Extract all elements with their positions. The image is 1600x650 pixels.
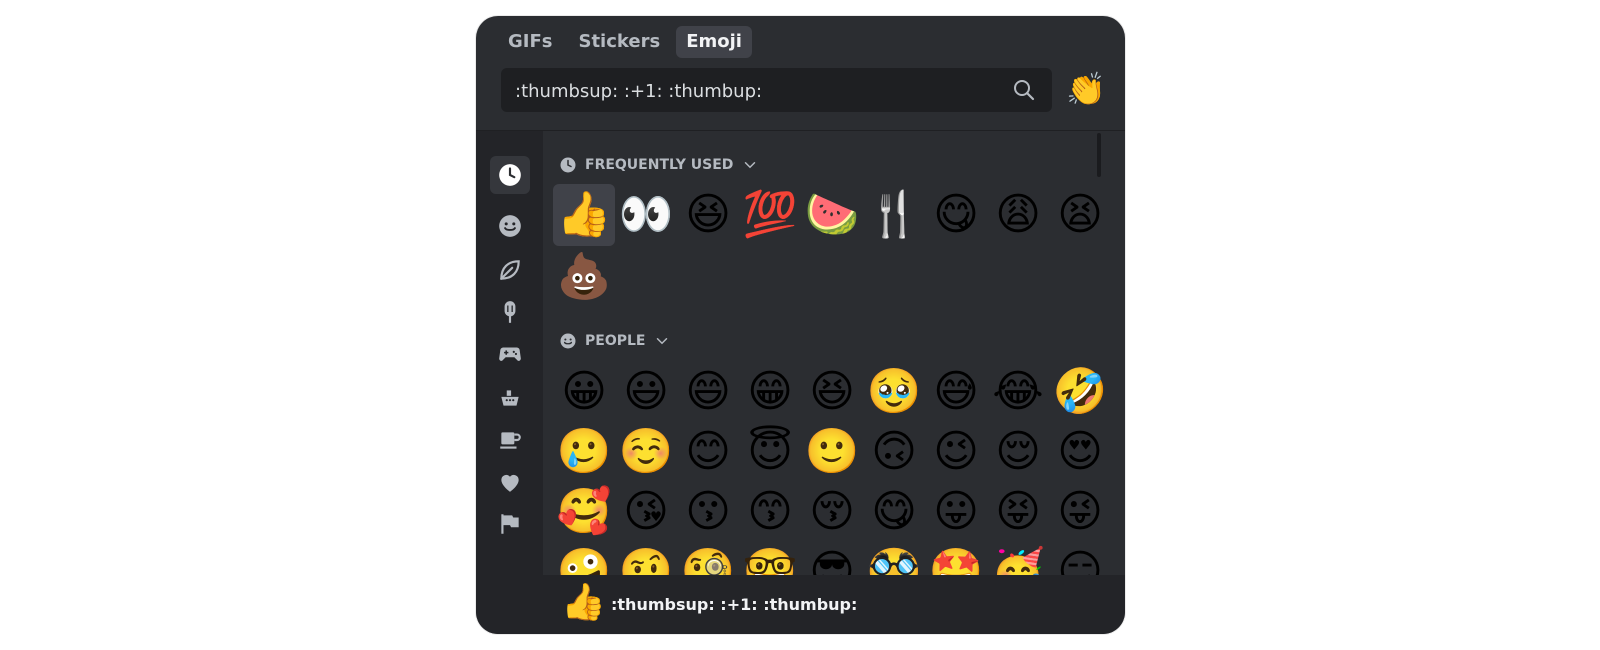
tab-stickers[interactable]: Stickers bbox=[568, 26, 670, 58]
emoji-cell[interactable]: 😝 bbox=[987, 481, 1049, 543]
leaf-icon bbox=[500, 260, 520, 280]
smiley-icon bbox=[560, 333, 576, 349]
emoji-cell[interactable]: 😂 bbox=[987, 361, 1049, 423]
emoji-row: 👍 👀 😆 💯 🍉 🍴 😋 😩 😫 bbox=[553, 184, 1111, 246]
category-food[interactable] bbox=[490, 293, 530, 331]
emoji-weary[interactable]: 😩 bbox=[987, 184, 1049, 246]
emoji-cell[interactable]: 🥲 bbox=[553, 421, 615, 483]
ship-icon bbox=[501, 390, 519, 406]
emoji-cell[interactable]: 🤪 bbox=[553, 541, 615, 575]
emoji-cell[interactable]: 🧐 bbox=[677, 541, 739, 575]
mug-icon bbox=[500, 432, 521, 449]
clock-icon bbox=[499, 164, 521, 186]
emoji-watermelon[interactable]: 🍉 bbox=[801, 184, 863, 246]
emoji-cell[interactable]: 🤩 bbox=[925, 541, 987, 575]
emoji-cell[interactable]: 😎 bbox=[801, 541, 863, 575]
emoji-preview-footer: 👍 :thumbsup: :+1: :thumbup: bbox=[543, 575, 1125, 634]
picker-tabs: GIFs Stickers Emoji bbox=[498, 26, 752, 58]
category-recent[interactable] bbox=[490, 156, 530, 194]
clock-icon bbox=[560, 157, 576, 173]
emoji-cell[interactable]: 😚 bbox=[801, 481, 863, 543]
preview-emoji-name: :thumbsup: :+1: :thumbup: bbox=[611, 595, 858, 614]
category-nature[interactable] bbox=[490, 251, 530, 289]
emoji-laughing[interactable]: 😆 bbox=[677, 184, 739, 246]
emoji-cell[interactable]: 😊 bbox=[677, 421, 739, 483]
emoji-row: 💩 bbox=[553, 246, 615, 308]
emoji-cell[interactable]: 🤣 bbox=[1049, 361, 1111, 423]
section-header-people[interactable]: PEOPLE bbox=[559, 329, 671, 353]
emoji-cell[interactable]: 😗 bbox=[677, 481, 739, 543]
emoji-tired[interactable]: 😫 bbox=[1049, 184, 1111, 246]
emoji-thumbsup[interactable]: 👍 bbox=[553, 184, 615, 246]
flag-icon bbox=[501, 514, 519, 534]
emoji-cell[interactable]: 😙 bbox=[739, 481, 801, 543]
section-title: FREQUENTLY USED bbox=[585, 157, 734, 173]
emoji-cell[interactable]: 🙃 bbox=[863, 421, 925, 483]
emoji-cell[interactable]: 😌 bbox=[987, 421, 1049, 483]
emoji-cell[interactable]: 😍 bbox=[1049, 421, 1111, 483]
emoji-row: 😀 😃 😄 😁 😆 🥹 😅 😂 🤣 bbox=[553, 361, 1111, 423]
emoji-cell[interactable]: 😀 bbox=[553, 361, 615, 423]
emoji-eyes[interactable]: 👀 bbox=[615, 184, 677, 246]
emoji-row: 🤪 🤨 🧐 🤓 😎 🥸 🤩 🥳 😏 bbox=[553, 541, 1111, 575]
emoji-yum[interactable]: 😋 bbox=[925, 184, 987, 246]
skin-tone-button[interactable]: 👏 bbox=[1066, 70, 1106, 108]
emoji-cell[interactable]: 😅 bbox=[925, 361, 987, 423]
emoji-poop[interactable]: 💩 bbox=[553, 246, 615, 308]
section-header-frequently-used[interactable]: FREQUENTLY USED bbox=[559, 153, 759, 177]
category-travel[interactable] bbox=[490, 379, 530, 417]
emoji-cell[interactable]: 😉 bbox=[925, 421, 987, 483]
gamepad-icon bbox=[499, 347, 521, 361]
heart-icon bbox=[501, 474, 519, 492]
emoji-cell[interactable]: 🥹 bbox=[863, 361, 925, 423]
emoji-fork-and-knife[interactable]: 🍴 bbox=[863, 184, 925, 246]
search-input[interactable] bbox=[513, 68, 997, 114]
section-title: PEOPLE bbox=[585, 333, 646, 349]
emoji-cell[interactable]: 😏 bbox=[1049, 541, 1111, 575]
emoji-cell[interactable]: 😜 bbox=[1049, 481, 1111, 543]
popsicle-icon bbox=[504, 301, 516, 323]
emoji-row: 🥲 ☺️ 😊 😇 🙂 🙃 😉 😌 😍 bbox=[553, 421, 1111, 483]
category-nav bbox=[476, 131, 543, 634]
search-icon[interactable] bbox=[1012, 78, 1036, 102]
tab-gifs[interactable]: GIFs bbox=[498, 26, 562, 58]
category-symbols[interactable] bbox=[490, 463, 530, 501]
category-activities[interactable] bbox=[490, 335, 530, 373]
category-people[interactable] bbox=[490, 207, 530, 245]
emoji-cell[interactable]: 😁 bbox=[739, 361, 801, 423]
emoji-cell[interactable]: 🙂 bbox=[801, 421, 863, 483]
emoji-cell[interactable]: 🥳 bbox=[987, 541, 1049, 575]
emoji-cell[interactable]: 😆 bbox=[801, 361, 863, 423]
smiley-icon bbox=[499, 215, 521, 237]
emoji-cell[interactable]: 😛 bbox=[925, 481, 987, 543]
preview-emoji: 👍 bbox=[561, 582, 606, 623]
search-bar bbox=[501, 68, 1052, 114]
emoji-cell[interactable]: 😃 bbox=[615, 361, 677, 423]
emoji-picker: GIFs Stickers Emoji 👏 bbox=[476, 16, 1125, 634]
emoji-100[interactable]: 💯 bbox=[739, 184, 801, 246]
emoji-cell[interactable]: 🥸 bbox=[863, 541, 925, 575]
emoji-cell[interactable]: 🤨 bbox=[615, 541, 677, 575]
emoji-cell[interactable]: ☺️ bbox=[615, 421, 677, 483]
emoji-cell[interactable]: 😄 bbox=[677, 361, 739, 423]
emoji-cell[interactable]: 🤓 bbox=[739, 541, 801, 575]
emoji-cell[interactable]: 🥰 bbox=[553, 481, 615, 543]
tab-emoji[interactable]: Emoji bbox=[676, 26, 752, 58]
emoji-cell[interactable]: 😇 bbox=[739, 421, 801, 483]
scrollbar[interactable] bbox=[1097, 133, 1101, 177]
category-objects[interactable] bbox=[490, 421, 530, 459]
category-flags[interactable] bbox=[490, 505, 530, 543]
chevron-down-icon bbox=[745, 162, 756, 169]
emoji-cell[interactable]: 😋 bbox=[863, 481, 925, 543]
emoji-grid: FREQUENTLY USED 👍 👀 😆 💯 🍉 🍴 😋 😩 😫 💩 PEOP… bbox=[543, 131, 1125, 575]
emoji-cell[interactable]: 😘 bbox=[615, 481, 677, 543]
emoji-row: 🥰 😘 😗 😙 😚 😋 😛 😝 😜 bbox=[553, 481, 1111, 543]
chevron-down-icon bbox=[657, 338, 668, 345]
